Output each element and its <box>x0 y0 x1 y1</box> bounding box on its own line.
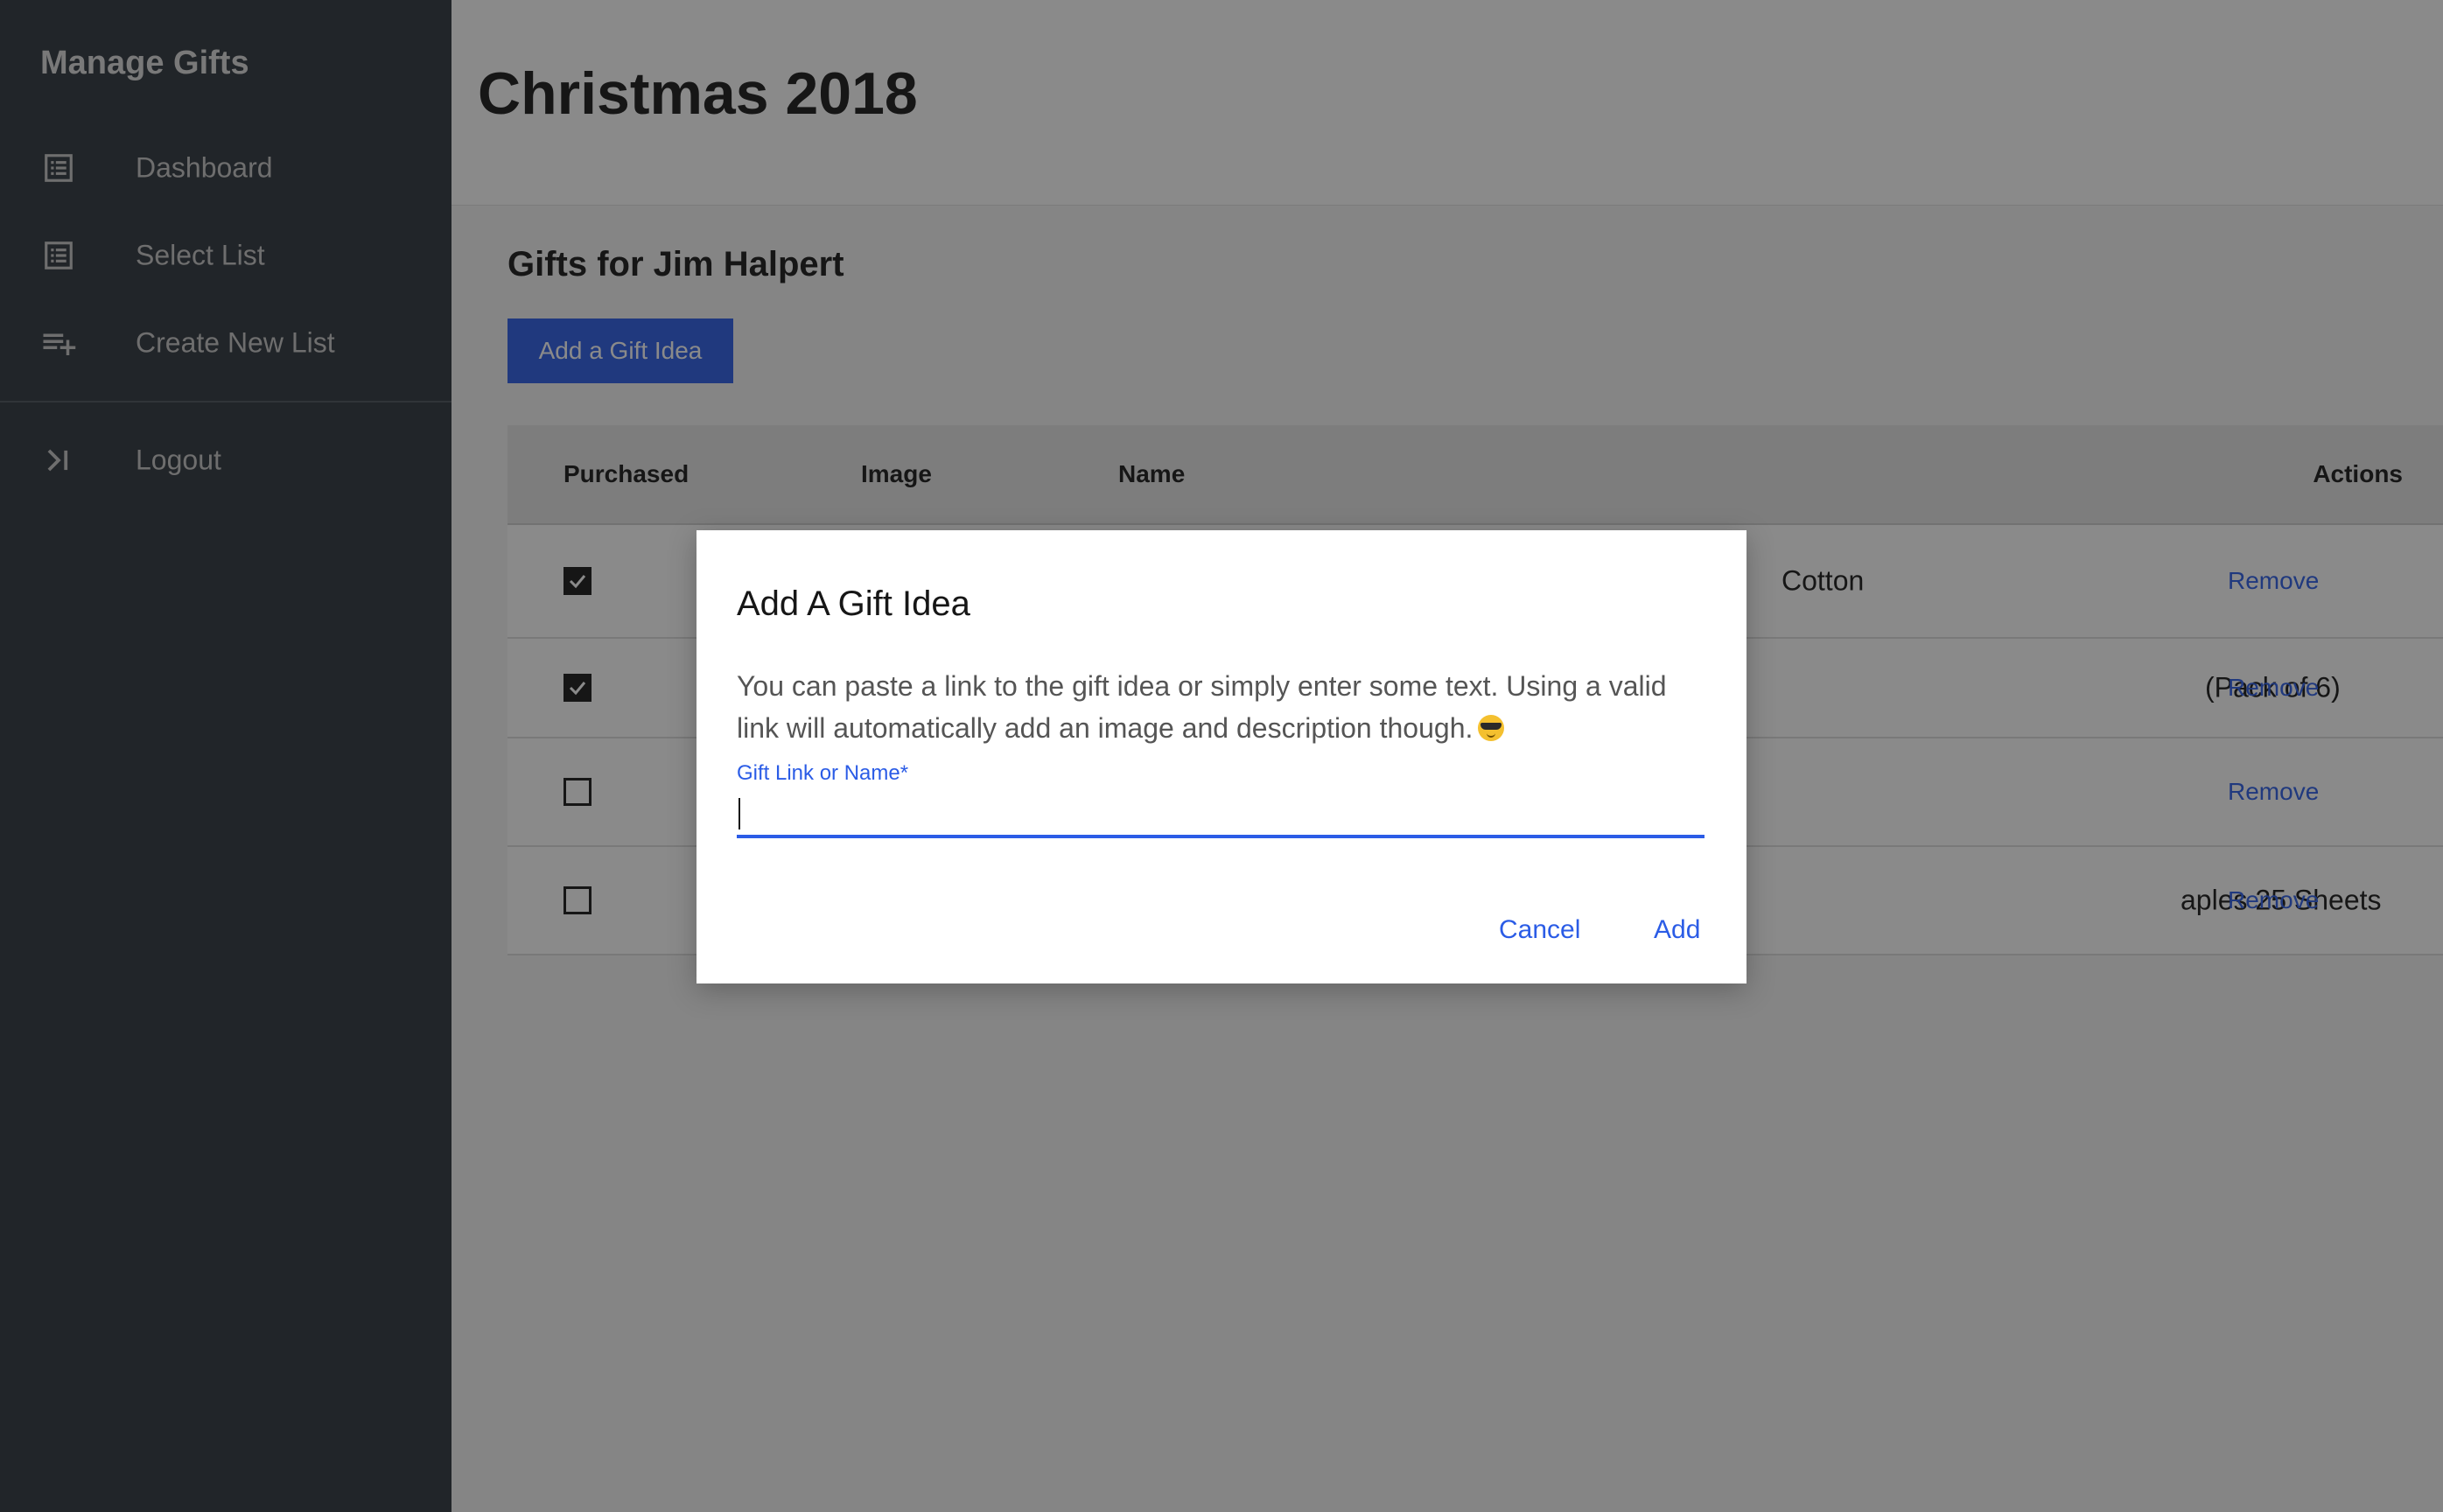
dialog-title: Add A Gift Idea <box>737 584 970 623</box>
dialog-description: You can paste a link to the gift idea or… <box>737 665 1708 749</box>
sunglasses-emoji-icon <box>1478 715 1505 741</box>
add-gift-dialog: Add A Gift Idea You can paste a link to … <box>696 530 1746 984</box>
add-button[interactable]: Add <box>1654 915 1700 945</box>
gift-field-label: Gift Link or Name* <box>737 761 909 785</box>
cancel-button[interactable]: Cancel <box>1499 915 1580 945</box>
text-caret <box>738 798 740 830</box>
dialog-description-text: You can paste a link to the gift idea or… <box>737 670 1667 744</box>
gift-link-or-name-input[interactable] <box>737 791 1704 838</box>
